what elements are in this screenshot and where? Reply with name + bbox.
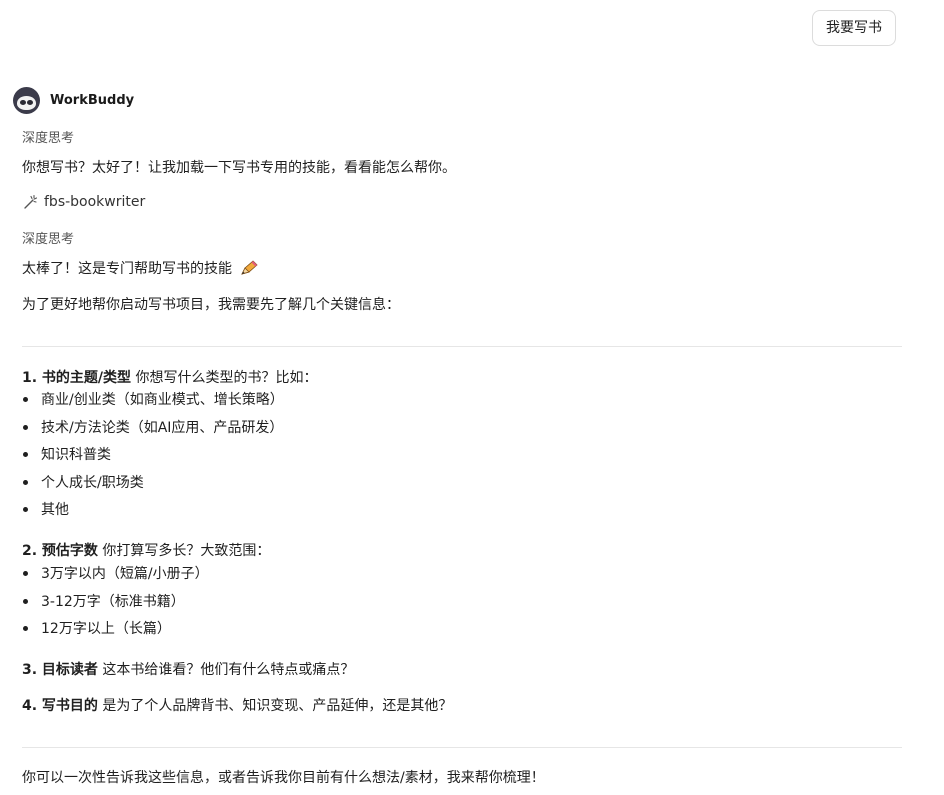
question-2: 2. 预估字数 你打算写多长？大致范围： <box>22 540 270 560</box>
list-item: 知识科普类 <box>22 444 111 464</box>
list-item-text: 知识科普类 <box>41 447 111 463</box>
question-4: 4. 写书目的 是为了个人品牌背书、知识变现、产品延伸，还是其他？ <box>22 695 452 715</box>
question-4-text: 是为了个人品牌背书、知识变现、产品延伸，还是其他？ <box>97 698 453 714</box>
bot-header: WorkBuddy <box>13 87 134 114</box>
tool-call-item[interactable]: fbs-bookwriter <box>22 194 145 210</box>
question-3-text: 这本书给谁看？他们有什么特点或痛点？ <box>97 662 355 678</box>
list-item: 商业/创业类（如商业模式、增长策略） <box>22 389 284 409</box>
user-message-bubble: 我要写书 <box>812 10 896 46</box>
bot-name: WorkBuddy <box>50 93 135 108</box>
magic-wand-icon <box>24 194 38 209</box>
assistant-message-3: 为了更好地帮你启动写书项目，我需要先了解几个关键信息： <box>22 297 400 313</box>
list-item: 技术/方法论类（如AI应用、产品研发） <box>22 417 283 437</box>
question-2-text: 你打算写多长？大致范围： <box>97 543 271 559</box>
divider-top <box>22 346 902 347</box>
pencil-icon <box>241 260 259 275</box>
assistant-message-2-text: 太棒了！这是专门帮助写书的技能 <box>22 261 232 277</box>
question-2-title: 2. 预估字数 <box>22 543 98 559</box>
list-item-text: 3-12万字（标准书籍） <box>41 594 185 610</box>
question-1-text: 你想写什么类型的书？比如： <box>131 370 318 386</box>
list-item-text: 技术/方法论类（如AI应用、产品研发） <box>41 420 284 436</box>
list-item-text: 其他 <box>41 502 69 518</box>
question-1: 1. 书的主题/类型 你想写什么类型的书？比如： <box>22 367 318 387</box>
list-item: 个人成长/职场类 <box>22 472 144 492</box>
question-4-title: 4. 写书目的 <box>22 698 98 714</box>
list-item: 3-12万字（标准书籍） <box>22 591 185 611</box>
raccoon-avatar-icon <box>13 87 40 114</box>
assistant-message-2: 太棒了！这是专门帮助写书的技能 <box>22 258 259 278</box>
closing-message: 你可以一次性告诉我这些信息，或者告诉我你目前有什么想法/素材，我来帮你梳理！ <box>22 770 545 786</box>
list-item-text: 12万字以上（长篇） <box>41 621 171 637</box>
divider-bottom <box>22 747 902 748</box>
question-3-title: 3. 目标读者 <box>22 662 98 678</box>
assistant-message-1: 你想写书？太好了！让我加载一下写书专用的技能，看看能怎么帮你。 <box>22 160 456 176</box>
list-item: 3万字以内（短篇/小册子） <box>22 563 209 583</box>
tool-name: fbs-bookwriter <box>44 194 146 210</box>
deep-thinking-toggle[interactable]: 深度思考 <box>22 127 74 146</box>
deep-thinking-toggle-2[interactable]: 深度思考 <box>22 228 74 247</box>
question-3: 3. 目标读者 这本书给谁看？他们有什么特点或痛点？ <box>22 659 354 679</box>
list-item-text: 个人成长/职场类 <box>41 475 144 491</box>
list-item: 其他 <box>22 499 69 519</box>
list-item-text: 3万字以内（短篇/小册子） <box>41 566 209 582</box>
list-item: 12万字以上（长篇） <box>22 618 171 638</box>
list-item-text: 商业/创业类（如商业模式、增长策略） <box>41 392 284 408</box>
question-1-title: 1. 书的主题/类型 <box>22 370 132 386</box>
